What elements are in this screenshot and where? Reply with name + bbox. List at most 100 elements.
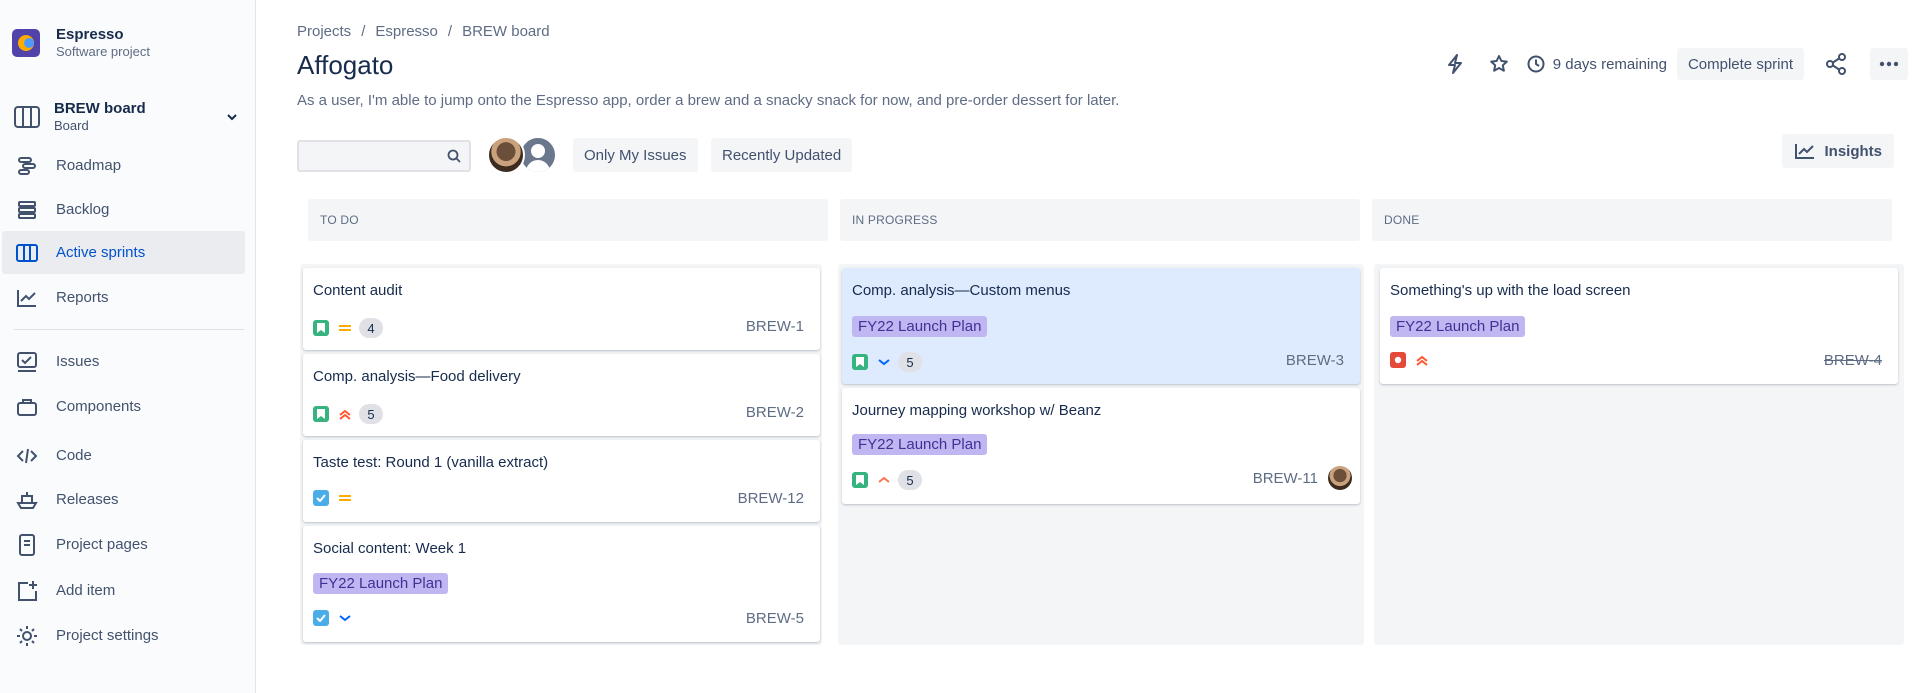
project-name: Espresso (56, 26, 124, 43)
sidebar-item-label: Releases (56, 491, 119, 508)
issue-card[interactable]: Taste test: Round 1 (vanilla extract) BR… (303, 440, 820, 522)
sidebar-item-code[interactable]: Code (2, 434, 245, 477)
issue-card[interactable]: Something's up with the load screen FY22… (1380, 268, 1898, 384)
roadmap-icon (14, 154, 40, 178)
task-icon (313, 490, 329, 506)
issue-key: BREW-2 (745, 404, 804, 421)
issue-meta: 5 (313, 404, 383, 424)
backlog-icon (14, 198, 40, 222)
issue-card[interactable]: Comp. analysis—Custom menus FY22 Launch … (842, 268, 1360, 384)
sidebar-item-components[interactable]: Components (2, 385, 245, 428)
epic-label: FY22 Launch Plan (313, 573, 449, 594)
components-icon (14, 395, 40, 419)
share-icon (1826, 53, 1846, 75)
issue-title: Content audit (313, 282, 403, 299)
story-points-badge: 5 (898, 352, 922, 372)
reports-icon (14, 286, 40, 310)
breadcrumb-projects[interactable]: Projects (297, 23, 351, 40)
sidebar-item-issues[interactable]: Issues (2, 340, 245, 383)
breadcrumb-project[interactable]: Espresso (375, 23, 438, 40)
issue-meta: 4 (313, 318, 383, 338)
issue-meta (313, 610, 353, 626)
priority-high-icon (1414, 352, 1430, 368)
column-header-todo: TO DO (308, 199, 828, 241)
complete-sprint-button[interactable]: Complete sprint (1676, 48, 1804, 80)
issue-meta (1390, 352, 1430, 368)
priority-high-icon (337, 406, 353, 422)
gear-icon (14, 624, 40, 648)
lightning-button[interactable] (1439, 48, 1471, 80)
board-columns-icon (14, 241, 40, 265)
sidebar-item-label: Add item (56, 582, 116, 599)
search-input[interactable] (299, 142, 439, 170)
board-selector[interactable]: BREW board Board (14, 97, 240, 137)
story-icon (852, 354, 868, 370)
epic-label: FY22 Launch Plan (852, 434, 988, 455)
issue-card[interactable]: Social content: Week 1 FY22 Launch Plan … (303, 526, 820, 642)
story-points-badge: 4 (359, 318, 383, 338)
issue-key: BREW-4 (1823, 352, 1882, 369)
epic-label: FY22 Launch Plan (1390, 316, 1526, 337)
breadcrumb-board[interactable]: BREW board (462, 23, 550, 40)
sidebar-item-label: Reports (56, 289, 109, 306)
task-icon (313, 610, 329, 626)
sidebar-item-releases[interactable]: Releases (2, 478, 245, 521)
issue-key: BREW-12 (737, 490, 804, 507)
priority-low-icon (876, 354, 892, 370)
board-search (297, 140, 471, 172)
sidebar-divider (14, 329, 244, 330)
page-icon (14, 533, 40, 557)
issue-title: Comp. analysis—Custom menus (852, 282, 1071, 299)
issues-icon (14, 350, 40, 374)
more-actions-button[interactable] (1870, 48, 1908, 80)
priority-medium-icon (337, 490, 353, 506)
sidebar-item-active-sprints[interactable]: Active sprints (2, 231, 245, 274)
epic-label: FY22 Launch Plan (852, 316, 988, 337)
issue-key: BREW-5 (745, 610, 804, 627)
avatar[interactable] (487, 136, 525, 174)
issue-title: Taste test: Round 1 (vanilla extract) (313, 454, 549, 471)
insights-label: Insights (1824, 142, 1882, 160)
issue-title: Comp. analysis—Food delivery (313, 368, 521, 385)
board-name: BREW board (54, 100, 146, 117)
sidebar-item-project-settings[interactable]: Project settings (2, 614, 245, 657)
search-icon (447, 149, 461, 163)
issue-key: BREW-11 (1252, 470, 1318, 487)
recently-updated-filter[interactable]: Recently Updated (711, 138, 853, 172)
priority-medium-icon (337, 320, 353, 336)
story-icon (852, 472, 868, 488)
assignee-avatar[interactable] (1328, 466, 1352, 490)
sidebar-item-add-item[interactable]: Add item (2, 569, 245, 612)
insights-button[interactable]: Insights (1782, 134, 1894, 168)
code-icon (14, 444, 40, 468)
column-header-in-progress: IN PROGRESS (840, 199, 1360, 241)
issue-title: Something's up with the load screen (1390, 282, 1631, 299)
sidebar-item-project-pages[interactable]: Project pages (2, 523, 245, 566)
star-button[interactable] (1483, 48, 1515, 80)
releases-icon (14, 488, 40, 512)
only-my-issues-filter[interactable]: Only My Issues (573, 138, 698, 172)
sidebar-item-roadmap[interactable]: Roadmap (2, 144, 245, 187)
priority-medium-high-icon (876, 472, 892, 488)
insights-icon (1795, 144, 1815, 159)
story-points-badge: 5 (898, 470, 922, 490)
issue-key: BREW-1 (745, 318, 804, 335)
issue-title: Journey mapping workshop w/ Beanz (852, 402, 1102, 419)
clock-icon (1527, 55, 1545, 73)
days-remaining-text: 9 days remaining (1552, 55, 1667, 73)
issue-card[interactable]: Content audit 4 BREW-1 (303, 268, 820, 350)
sidebar-item-label: Active sprints (56, 244, 146, 261)
issue-card[interactable]: Journey mapping workshop w/ Beanz FY22 L… (842, 388, 1360, 504)
sidebar-item-backlog[interactable]: Backlog (2, 188, 245, 231)
star-icon (1489, 55, 1508, 72)
header-toolbar: 9 days remaining Complete sprint (1439, 46, 1920, 82)
share-button[interactable] (1820, 48, 1852, 80)
project-header[interactable]: Espresso Software project (12, 26, 150, 60)
board-icon (14, 106, 40, 128)
sidebar-item-reports[interactable]: Reports (2, 276, 245, 319)
column-header-done: DONE (1372, 199, 1892, 241)
project-sidebar: Espresso Software project BREW board Boa… (0, 0, 256, 693)
board-subtitle: Board (54, 118, 89, 133)
issue-card[interactable]: Comp. analysis—Food delivery 5 BREW-2 (303, 354, 820, 436)
issue-key: BREW-3 (1285, 352, 1344, 369)
